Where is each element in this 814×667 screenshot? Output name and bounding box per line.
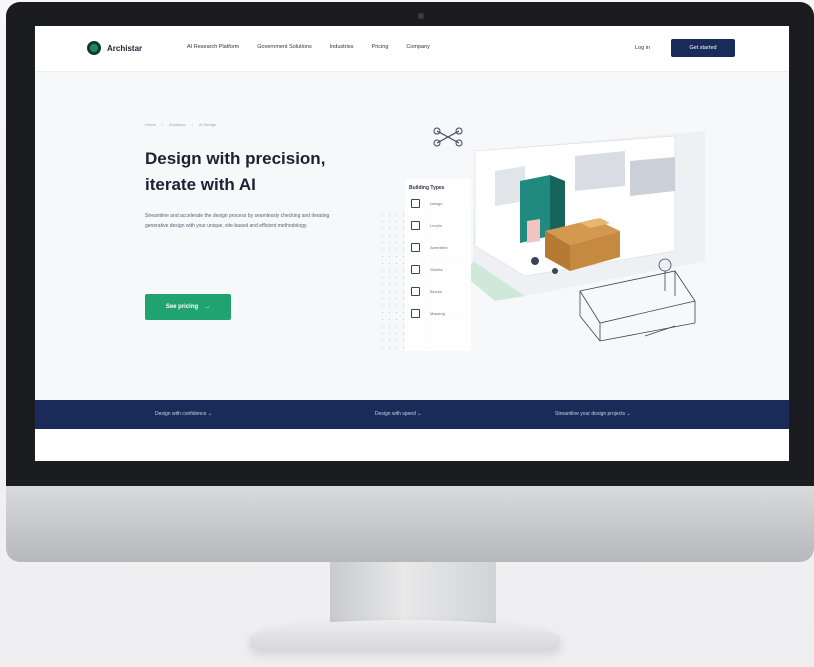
panel-item-label: Sheets — [430, 267, 443, 272]
building-types-panel: Building Types Design Levels Amenities S… — [405, 179, 471, 351]
panel-item-label: Blocks — [430, 289, 442, 294]
see-pricing-label: See pricing — [165, 304, 199, 310]
hero-illustration: Building Types Design Levels Amenities S… — [375, 111, 705, 351]
hero-description: Streamline and accelerate the design pro… — [145, 213, 330, 229]
chevron-down-icon: ⌄ — [417, 411, 422, 417]
levels-icon — [411, 221, 420, 230]
monitor-stand-base — [250, 620, 560, 650]
logo-icon — [87, 41, 101, 55]
panel-item-label: Massing — [430, 311, 445, 316]
panel-item[interactable]: Design — [411, 199, 442, 208]
breadcrumb-separator: › — [191, 122, 193, 127]
design-icon — [411, 199, 420, 208]
title-line-2: iterate with AI — [145, 175, 256, 194]
amenities-icon — [411, 243, 420, 252]
band-link-projects[interactable]: Streamline your design projects ⌄ — [555, 411, 631, 417]
background: Archistar AI Research Platform Governmen… — [0, 0, 814, 667]
chevron-down-icon: ⌄ — [626, 411, 631, 417]
panel-item-label: Levels — [430, 223, 442, 228]
nav-link-government[interactable]: Government Solutions — [257, 44, 311, 50]
feature-band: Design with confidence ⌄ Design with spe… — [35, 400, 789, 429]
breadcrumb-item[interactable]: Solutions — [169, 122, 185, 127]
nav-link-pricing[interactable]: Pricing — [372, 44, 389, 50]
sheets-icon — [411, 265, 420, 274]
panel-item-label: Design — [430, 201, 443, 206]
breadcrumb-item[interactable]: Home — [145, 122, 156, 127]
breadcrumb: Home › Solutions › AI Design — [145, 122, 216, 127]
brand-name: Archistar — [107, 43, 143, 53]
panel-item[interactable]: Levels — [411, 221, 442, 230]
panel-title: Building Types — [409, 185, 445, 191]
panel-item[interactable]: Amenities — [411, 243, 448, 252]
drone-icon — [433, 127, 463, 147]
see-pricing-button[interactable]: See pricing → — [145, 294, 231, 320]
band-link-label: Design with confidence — [155, 411, 207, 417]
band-link-speed[interactable]: Design with speed ⌄ — [375, 411, 421, 417]
band-link-label: Streamline your design projects — [555, 411, 626, 417]
nav-links: AI Research Platform Government Solution… — [187, 44, 430, 50]
panel-item-label: Amenities — [430, 245, 448, 250]
arrow-right-icon: → — [204, 304, 211, 310]
top-navigation: Archistar AI Research Platform Governmen… — [35, 26, 789, 72]
nav-link-company[interactable]: Company — [406, 44, 430, 50]
get-started-button[interactable]: Get started — [671, 39, 735, 57]
login-link[interactable]: Log in — [635, 45, 650, 51]
chevron-down-icon: ⌄ — [207, 411, 213, 417]
nav-link-industries[interactable]: Industries — [330, 44, 354, 50]
monitor-chin — [6, 486, 814, 562]
panel-item[interactable]: Sheets — [411, 265, 442, 274]
page-title: Design with precision, iterate with AI — [145, 146, 375, 198]
band-link-confidence[interactable]: Design with confidence ⌄ — [155, 411, 212, 417]
brand-logo[interactable]: Archistar — [87, 41, 142, 55]
blocks-icon — [411, 287, 420, 296]
content-area — [35, 429, 789, 461]
monitor-screen: Archistar AI Research Platform Governmen… — [35, 26, 789, 461]
title-line-1: Design with precision, — [145, 149, 326, 168]
nav-link-platform[interactable]: AI Research Platform — [187, 44, 239, 50]
band-link-label: Design with speed — [375, 411, 416, 417]
camera-icon — [418, 13, 424, 19]
panel-item[interactable]: Blocks — [411, 287, 442, 296]
breadcrumb-item: AI Design — [198, 122, 217, 127]
monitor-stand-neck — [330, 562, 496, 626]
breadcrumb-separator: › — [161, 122, 164, 127]
panel-item[interactable]: Massing — [411, 309, 445, 318]
massing-icon — [411, 309, 420, 318]
